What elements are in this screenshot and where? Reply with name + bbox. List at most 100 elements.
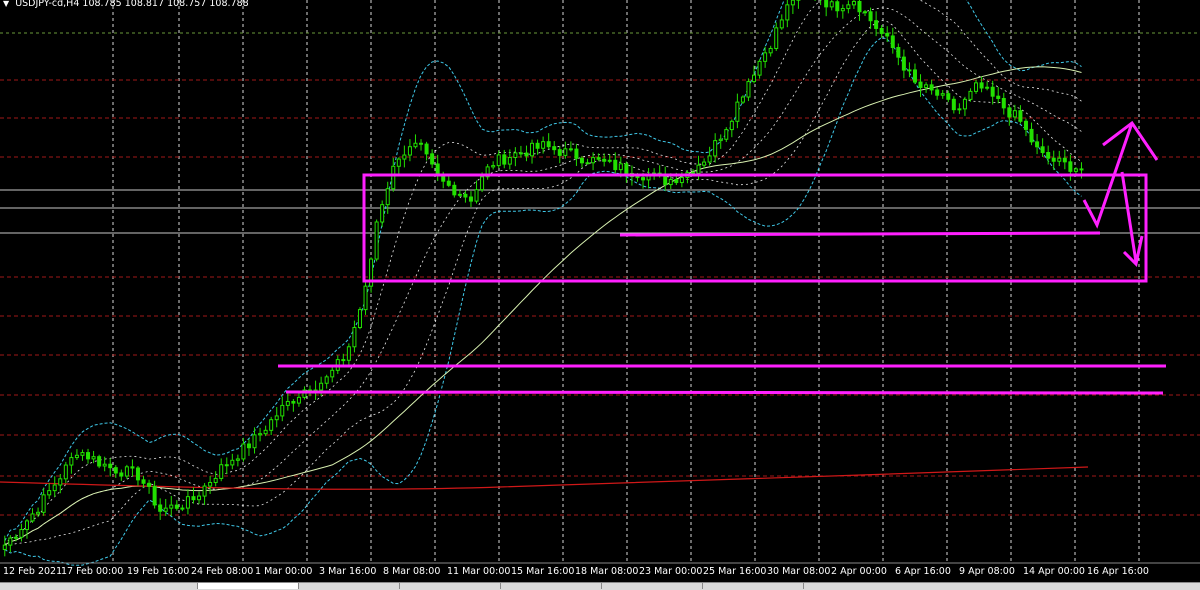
- candle-body: [836, 2, 839, 11]
- candle-body: [225, 465, 228, 466]
- candle-body: [14, 537, 17, 538]
- candle-body: [1002, 98, 1005, 107]
- candle-body: [125, 467, 128, 476]
- candle-body: [891, 36, 894, 48]
- candle-body: [420, 143, 423, 144]
- candle-body: [264, 430, 267, 433]
- candle-body: [503, 155, 506, 164]
- candle-body: [436, 164, 439, 175]
- candle-body: [1030, 129, 1033, 141]
- candle-body: [575, 149, 578, 158]
- candle-body: [614, 160, 617, 169]
- candle-body: [492, 166, 495, 167]
- candle-body: [1019, 111, 1022, 122]
- candle-body: [48, 491, 51, 495]
- candle-body: [142, 480, 145, 483]
- support-line: [620, 233, 1100, 235]
- candle-body: [186, 497, 189, 508]
- ohlc-low: 108.757: [167, 0, 206, 9]
- x-tick-label: 8 Mar 08:00: [383, 566, 440, 577]
- candle-body: [636, 177, 639, 178]
- candle-body: [947, 94, 950, 100]
- candle-body: [747, 82, 750, 97]
- candle-body: [1047, 152, 1050, 158]
- candle-body: [786, 5, 789, 20]
- candle-body: [381, 205, 384, 222]
- candle-body: [675, 180, 678, 183]
- candle-body: [708, 156, 711, 162]
- candle-body: [247, 444, 250, 448]
- candle-body: [669, 180, 672, 185]
- candle-body: [902, 57, 905, 70]
- candle-body: [231, 460, 234, 465]
- candle-body: [253, 435, 256, 448]
- candle-body: [880, 28, 883, 33]
- candle-body: [508, 157, 511, 164]
- candle-body: [1036, 142, 1039, 147]
- candle-body: [469, 197, 472, 201]
- candle-body: [148, 483, 151, 486]
- candle-body: [414, 143, 417, 146]
- candle-body: [53, 485, 56, 491]
- candle-body: [353, 327, 356, 346]
- symbol-timeframe: USDJPY-cd,H4: [15, 0, 79, 9]
- candle-body: [458, 194, 461, 195]
- candle-body: [1080, 169, 1083, 170]
- x-tick-label: 18 Mar 08:00: [575, 566, 638, 577]
- chart-tab-active[interactable]: [198, 583, 299, 589]
- candle-body: [703, 162, 706, 165]
- candle-body: [986, 87, 989, 88]
- x-tick-label: 3 Mar 16:00: [319, 566, 376, 577]
- price-chart[interactable]: [0, 0, 1200, 589]
- candle-body: [875, 21, 878, 29]
- x-tick-label: 19 Feb 16:00: [127, 566, 189, 577]
- chart-tab[interactable]: [299, 583, 400, 589]
- candle-body: [775, 28, 778, 49]
- candle-body: [331, 370, 334, 377]
- chart-tab[interactable]: [501, 583, 602, 589]
- candle-body: [542, 142, 545, 149]
- candle-body: [1024, 121, 1027, 129]
- candle-body: [969, 91, 972, 99]
- candle-body: [897, 48, 900, 58]
- chart-tab[interactable]: [703, 583, 804, 589]
- candle-body: [497, 155, 500, 166]
- candle-body: [397, 159, 400, 166]
- candle-body: [769, 48, 772, 52]
- candle-body: [930, 85, 933, 90]
- candle-body: [858, 1, 861, 11]
- candle-body: [791, 0, 794, 5]
- x-tick-label: 17 Feb 00:00: [61, 566, 123, 577]
- candle-body: [1041, 147, 1044, 153]
- candle-body: [1008, 108, 1011, 117]
- candle-body: [697, 165, 700, 173]
- candle-body: [864, 12, 867, 13]
- x-tick-label: 9 Apr 08:00: [959, 566, 1015, 577]
- candle-body: [209, 482, 212, 486]
- candle-body: [886, 33, 889, 36]
- candle-body: [764, 53, 767, 62]
- candle-body: [92, 457, 95, 459]
- candle-body: [908, 70, 911, 71]
- candle-body: [431, 154, 434, 164]
- x-tick-label: 2 Apr 00:00: [831, 566, 887, 577]
- candle-body: [852, 1, 855, 4]
- header-dropdown-icon[interactable]: ▼: [3, 0, 9, 8]
- candle-body: [841, 9, 844, 11]
- candle-body: [31, 514, 34, 521]
- chart-tab[interactable]: [602, 583, 703, 589]
- candle-body: [81, 453, 84, 456]
- candle-body: [192, 497, 195, 500]
- candle-body: [114, 468, 117, 473]
- candle-body: [719, 139, 722, 140]
- candle-body: [991, 87, 994, 96]
- candle-body: [159, 505, 162, 511]
- zone-line-lower: [286, 392, 1163, 393]
- chart-tab[interactable]: [400, 583, 501, 589]
- candle-body: [170, 505, 173, 508]
- candle-body: [453, 185, 456, 195]
- candle-body: [447, 181, 450, 185]
- x-tick-label: 15 Mar 16:00: [511, 566, 574, 577]
- candle-body: [358, 310, 361, 328]
- chart-tab[interactable]: [0, 583, 198, 589]
